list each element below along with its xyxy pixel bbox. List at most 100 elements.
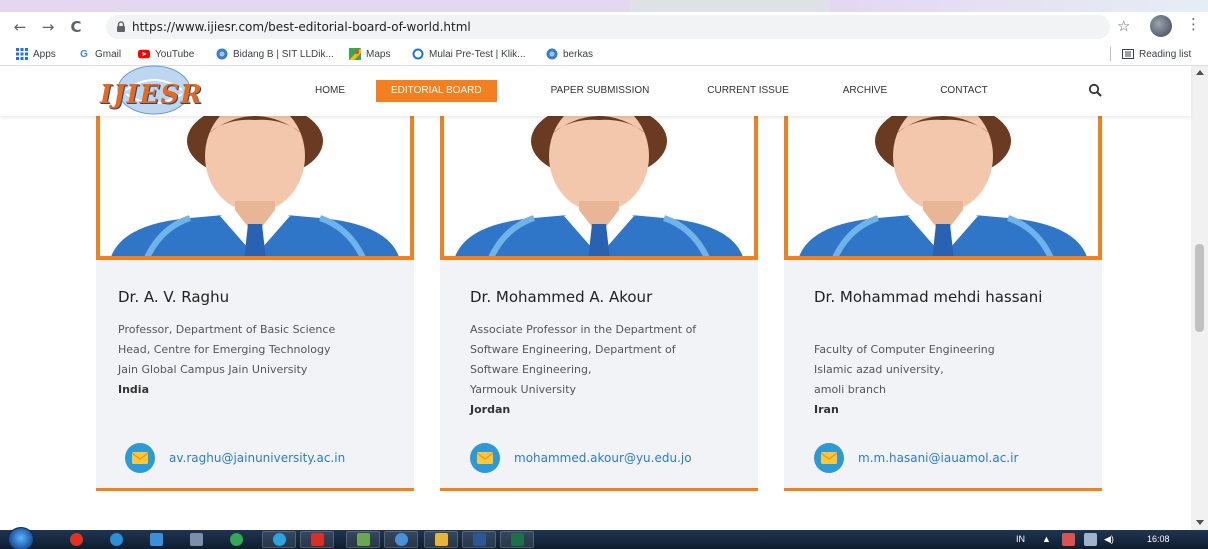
taskbar-button[interactable]	[462, 531, 496, 548]
envelope-icon	[470, 443, 500, 473]
edge-icon[interactable]	[110, 533, 123, 546]
bookmark-mulai[interactable]: Mulai Pre-Test | Klik...	[412, 42, 526, 66]
bookmark-star-icon[interactable]: ☆	[1117, 17, 1130, 35]
excel-icon	[511, 533, 524, 546]
site-header: IJIESR HOME EDITORIAL BOARD PAPER SUBMIS…	[0, 65, 1191, 116]
avatar-placeholder-icon	[799, 116, 1087, 256]
search-icon[interactable]	[1088, 83, 1102, 97]
nav-paper-submission[interactable]: PAPER SUBMISSION	[544, 80, 656, 102]
network-icon[interactable]	[1084, 533, 1097, 546]
member-country: Iran	[814, 403, 839, 416]
forward-icon[interactable]: →	[38, 17, 58, 37]
nav-contact[interactable]: CONTACT	[936, 80, 992, 102]
google-icon: G	[80, 48, 88, 60]
pdf-icon	[311, 533, 324, 546]
member-line: Software Engineering,	[470, 363, 592, 376]
member-email-row[interactable]: m.m.hasani@iauamol.ac.ir	[814, 443, 1018, 473]
folder-icon	[435, 533, 448, 546]
member-line: Jain Global Campus Jain University	[118, 363, 308, 376]
media-icon[interactable]	[150, 533, 163, 546]
nav-current-issue[interactable]: CURRENT ISSUE	[702, 80, 794, 102]
nav-archive[interactable]: ARCHIVE	[838, 80, 892, 102]
menu-icon[interactable]: ⋮	[1186, 15, 1201, 33]
bookmarks-separator	[1110, 47, 1111, 61]
editorial-board-content: Dr. A. V. Raghu Professor, Department of…	[0, 116, 1191, 530]
nav-home[interactable]: HOME	[310, 80, 350, 102]
member-description: Faculty of Computer Engineering Islamic …	[814, 340, 1104, 420]
bookmark-label: Maps	[366, 48, 391, 60]
bookmark-label: Apps	[33, 48, 56, 60]
bookmark-label: YouTube	[155, 48, 195, 60]
member-name: Dr. Mohammed A. Akour	[470, 288, 653, 306]
member-country: Jordan	[470, 403, 511, 416]
circle-icon	[412, 48, 424, 60]
taskbar-button[interactable]	[346, 531, 380, 548]
member-email-link[interactable]: mohammed.akour@yu.edu.jo	[514, 451, 692, 465]
bookmark-label: Bidang B | SIT LLDik...	[233, 48, 334, 60]
site-logo[interactable]: IJIESR	[96, 65, 204, 122]
taskbar-button[interactable]	[300, 531, 334, 548]
tray-expand-icon[interactable]: ▲	[1042, 530, 1051, 549]
chrome-icon	[395, 533, 408, 546]
member-description: Associate Professor in the Department of…	[470, 320, 760, 420]
board-member-card: Dr. Mohammed A. Akour Associate Professo…	[440, 116, 758, 491]
browser-toolbar: ← → C https://www.ijiesr.com/best-editor…	[0, 12, 1208, 42]
clock[interactable]: 16:08	[1147, 530, 1170, 549]
app-icon	[357, 533, 370, 546]
scroll-up-icon[interactable]	[1196, 70, 1204, 75]
windows-taskbar: IN ▲ ◀) 16:08	[0, 527, 1208, 549]
reading-list-button[interactable]: Reading list	[1122, 42, 1191, 66]
bookmark-maps[interactable]: Maps	[349, 42, 390, 66]
reading-list-icon	[1122, 48, 1134, 60]
tab-strip	[0, 0, 1208, 12]
member-line: Professor, Department of Basic Science	[118, 323, 336, 336]
bookmark-berkas[interactable]: berkas	[546, 42, 593, 66]
bookmark-label: berkas	[563, 48, 594, 60]
taskbar-button[interactable]	[424, 531, 458, 548]
browser-tab[interactable]	[830, 0, 1208, 12]
scroll-down-icon[interactable]	[1196, 520, 1204, 525]
chrome-icon[interactable]	[230, 533, 243, 546]
scroll-thumb[interactable]	[1195, 244, 1204, 332]
envelope-icon	[814, 443, 844, 473]
language-indicator[interactable]: IN	[1016, 530, 1025, 549]
member-email-link[interactable]: av.raghu@jainuniversity.ac.in	[169, 451, 345, 465]
member-photo	[440, 116, 758, 260]
volume-icon[interactable]: ◀)	[1104, 530, 1114, 549]
member-name: Dr. Mohammad mehdi hassani	[814, 288, 1043, 306]
back-icon[interactable]: ←	[10, 17, 30, 37]
member-photo	[784, 116, 1102, 260]
member-email-row[interactable]: mohammed.akour@yu.edu.jo	[470, 443, 692, 473]
member-line: Head, Centre for Emerging Technology	[118, 343, 331, 356]
nav-editorial-board[interactable]: EDITORIAL BOARD	[376, 80, 497, 102]
app-icon[interactable]	[190, 533, 203, 546]
bookmark-bidang[interactable]: Bidang B | SIT LLDik...	[216, 42, 334, 66]
maps-icon	[349, 48, 361, 60]
apps-grid-icon	[16, 48, 28, 60]
member-photo	[96, 116, 414, 260]
reload-icon[interactable]: C	[66, 17, 86, 37]
tray-flag-icon[interactable]	[1062, 533, 1075, 546]
start-button[interactable]	[8, 527, 34, 549]
member-line: Faculty of Computer Engineering	[814, 343, 995, 356]
taskbar-button[interactable]	[384, 531, 418, 548]
bookmark-apps[interactable]: Apps	[16, 42, 56, 66]
browser-tab-active[interactable]	[0, 0, 630, 12]
logo-text: IJIESR	[100, 80, 203, 110]
member-email-link[interactable]: m.m.hasani@iauamol.ac.ir	[858, 451, 1018, 465]
telegram-icon	[273, 533, 286, 546]
site-icon	[546, 48, 558, 60]
member-line: amoli branch	[814, 383, 887, 396]
bookmark-label: Gmail	[95, 48, 122, 60]
taskbar-button[interactable]	[500, 531, 534, 548]
profile-avatar[interactable]	[1150, 15, 1172, 37]
member-name: Dr. A. V. Raghu	[118, 288, 230, 306]
avatar-placeholder-icon	[111, 116, 399, 256]
taskbar-button[interactable]	[262, 531, 296, 548]
lock-icon	[117, 21, 125, 32]
opera-icon[interactable]	[70, 533, 83, 546]
member-email-row[interactable]: av.raghu@jainuniversity.ac.in	[125, 443, 345, 473]
address-bar[interactable]: https://www.ijiesr.com/best-editorial-bo…	[106, 15, 1110, 39]
envelope-icon	[125, 443, 155, 473]
page-scrollbar[interactable]	[1191, 66, 1208, 530]
